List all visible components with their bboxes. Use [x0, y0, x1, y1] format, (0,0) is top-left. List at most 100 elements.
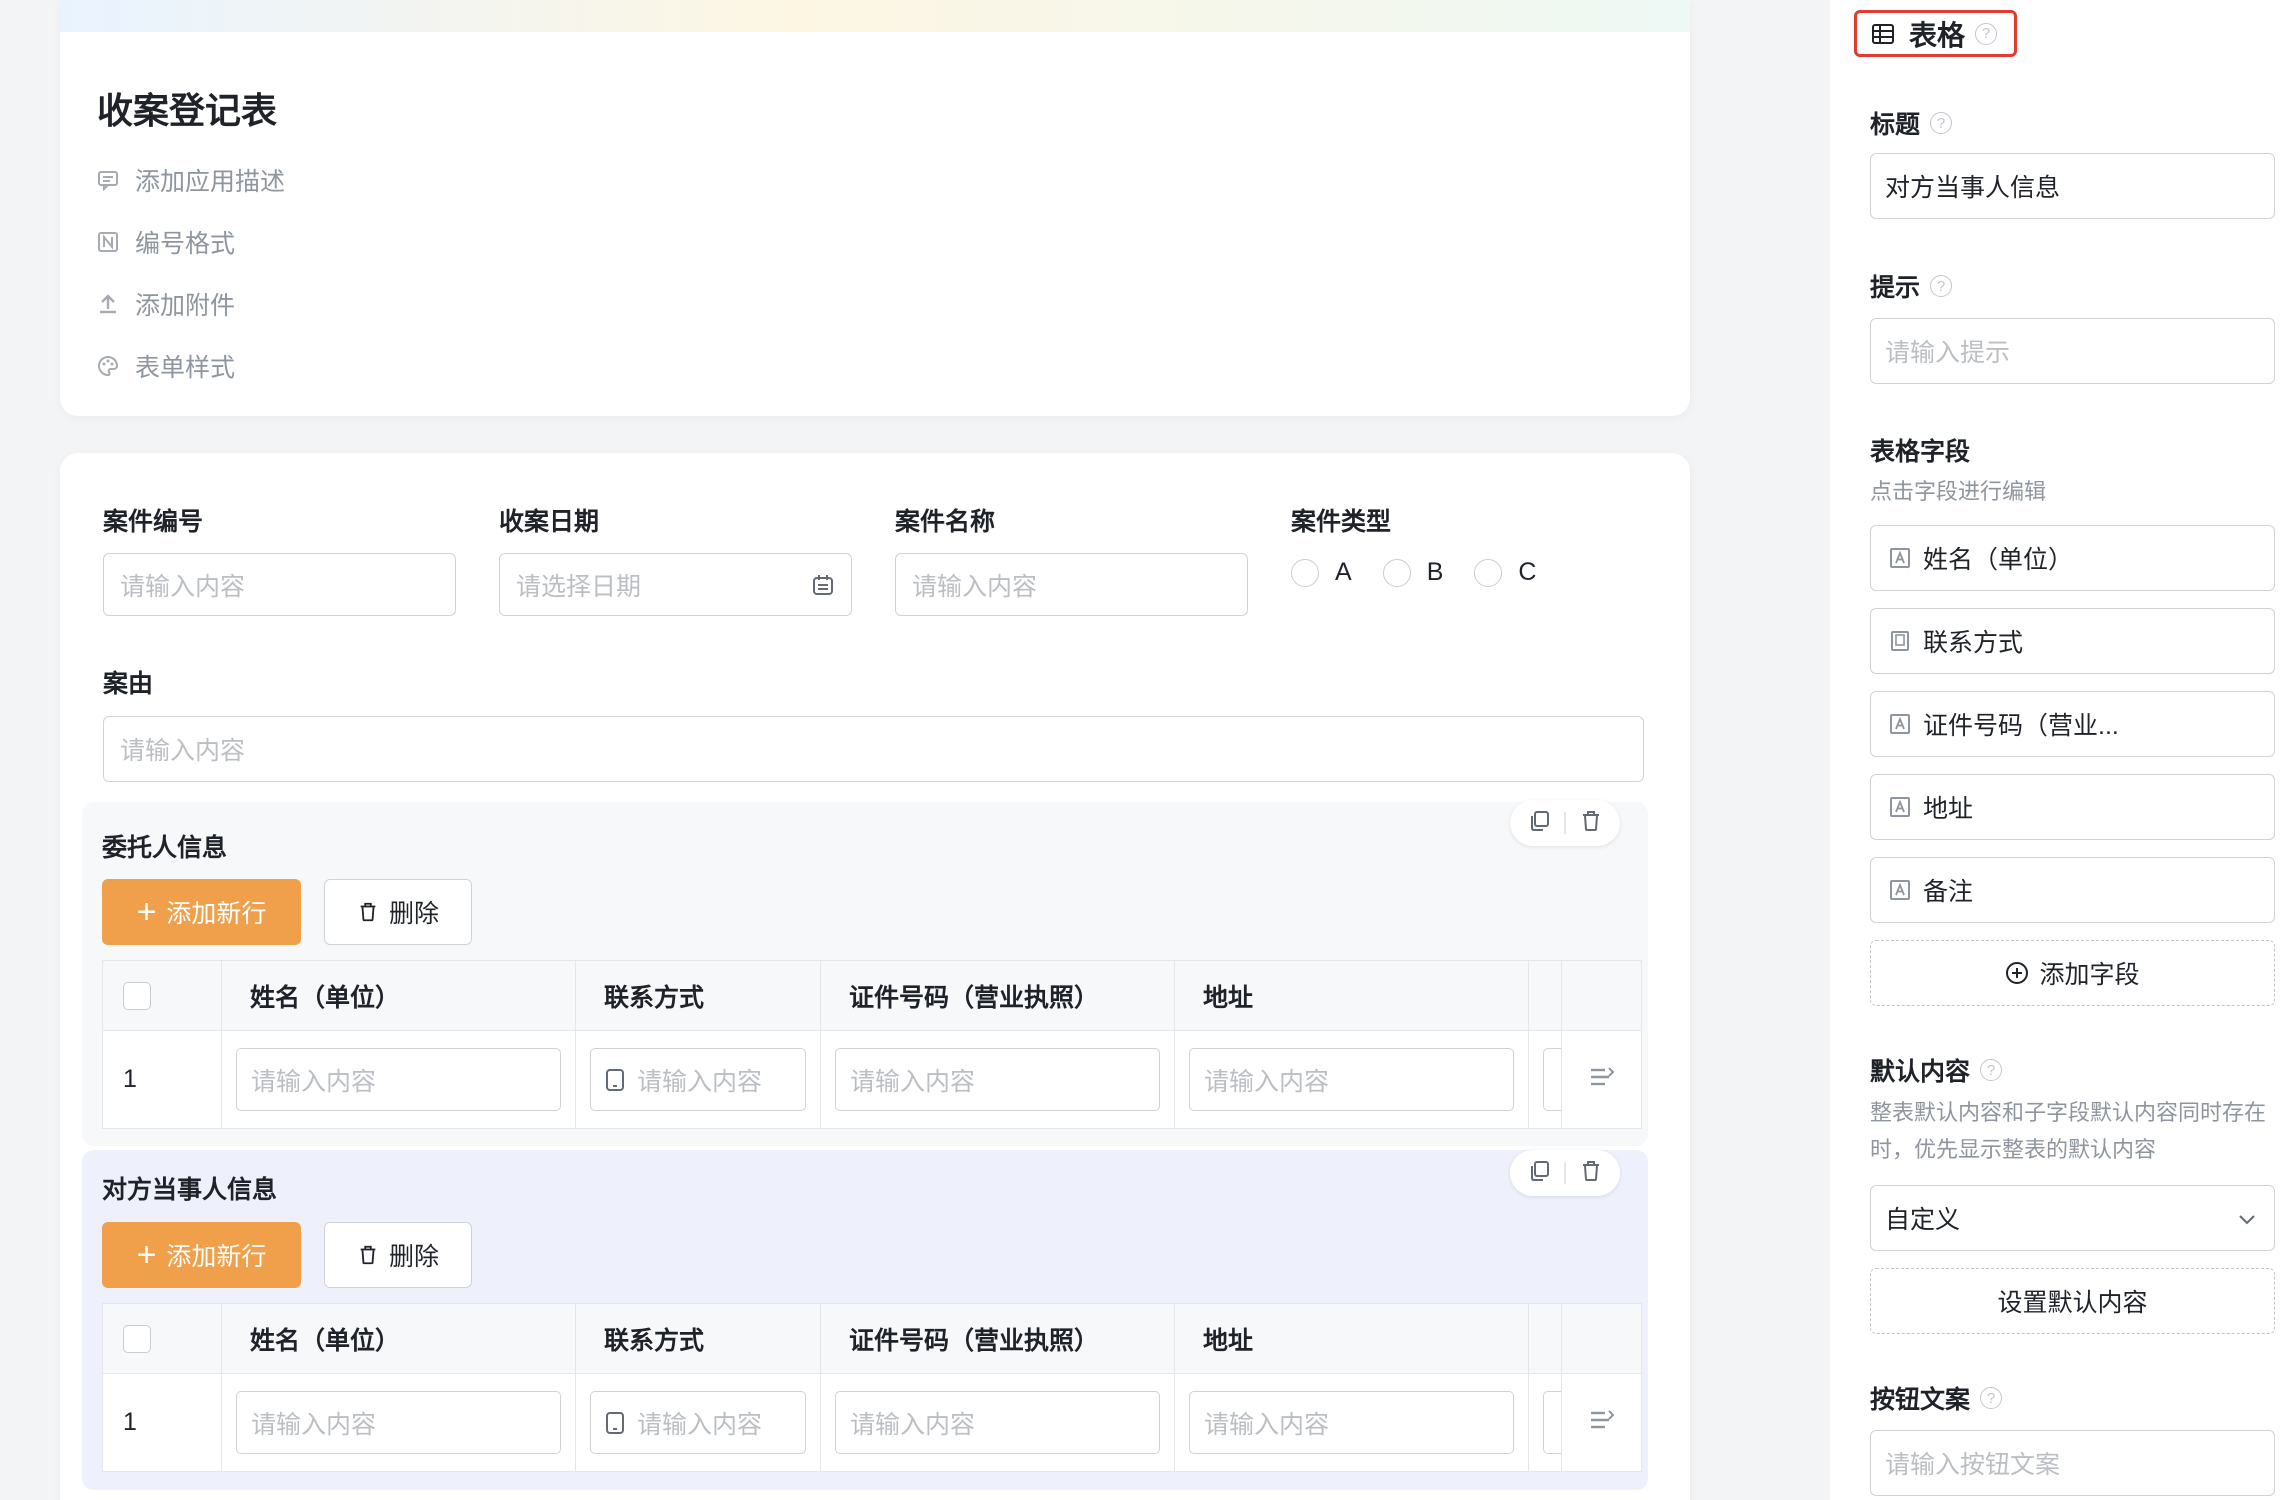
cell-input[interactable]: 请输入内容 [236, 1391, 561, 1454]
set-default-label: 设置默认内容 [1997, 1289, 2148, 1317]
cell-input[interactable]: 请输入内容 [236, 1048, 561, 1111]
button-text-input[interactable]: 请输入按钮文案 [1870, 1430, 2275, 1496]
phone-icon [606, 1068, 624, 1091]
subtable: 姓名（单位） 联系方式 证件号码（营业执照） 地址 1 请输入内容 请输入内容 … [102, 960, 1642, 1129]
row-detail-icon[interactable] [1589, 1066, 1615, 1093]
radio-label: B [1426, 558, 1444, 586]
table-component-tab[interactable]: 表格 ? [1854, 10, 2017, 57]
cell-placeholder: 请输入内容 [251, 1410, 377, 1439]
table-fields-label: 表格字段 [1870, 432, 1970, 468]
copy-icon[interactable] [1527, 1159, 1551, 1188]
table-header-row: 姓名（单位） 联系方式 证件号码（营业执照） 地址 [103, 1304, 1641, 1374]
default-content-label: 默认内容? [1870, 1052, 2003, 1088]
button-text-placeholder: 请输入按钮文案 [1885, 1451, 2061, 1479]
table-cell: 请输入内容 [1175, 1031, 1529, 1128]
text-field-icon [1890, 797, 1910, 817]
table-cell: 请输入内容 [576, 1031, 821, 1128]
case-type-radio-group: A B C [1291, 558, 1567, 587]
row-detail-icon[interactable] [1589, 1409, 1615, 1436]
form-style-link[interactable]: 表单样式 [97, 348, 235, 384]
hint-input[interactable]: 请输入提示 [1870, 318, 2275, 384]
column-header: 联系方式 [576, 1304, 821, 1373]
case-no-placeholder: 请输入内容 [120, 572, 246, 601]
opposing-party-section[interactable]: 对方当事人信息 + 添加新行 删除 姓名（单位） 联系方式 证件号码（营业执照） … [82, 1150, 1648, 1490]
case-name-input[interactable]: 请输入内容 [895, 553, 1248, 616]
trash-icon[interactable] [1579, 1159, 1603, 1188]
row-index-cell: 1 [103, 1374, 222, 1471]
form-title[interactable]: 收案登记表 [97, 82, 277, 134]
default-select-value: 自定义 [1885, 1206, 1961, 1234]
text-field-icon [1890, 714, 1910, 734]
radio-option-a[interactable]: A [1291, 558, 1352, 587]
phone-field-icon [1891, 631, 1909, 651]
cell-input[interactable]: 请输入内容 [1189, 1391, 1514, 1454]
trash-icon[interactable] [1579, 809, 1603, 838]
select-all-cell [103, 1304, 222, 1373]
field-item-name[interactable]: 姓名（单位） [1870, 525, 2275, 591]
radio-option-b[interactable]: B [1382, 558, 1444, 587]
cause-placeholder: 请输入内容 [120, 737, 246, 765]
default-content-desc: 整表默认内容和子字段默认内容同时存在时，优先显示整表的默认内容 [1870, 1100, 2267, 1162]
delete-rows-button[interactable]: 删除 [324, 879, 472, 945]
client-info-section[interactable]: 委托人信息 + 添加新行 删除 姓名（单位） 联系方式 证件号码（营业执照） 地址… [82, 800, 1648, 1146]
table-cell: 请输入内容 [222, 1031, 576, 1128]
select-all-checkbox[interactable] [123, 1324, 151, 1353]
help-icon[interactable]: ? [1975, 22, 1998, 45]
field-item-remark[interactable]: 备注 [1870, 857, 2275, 923]
table-fields-desc: 点击字段进行编辑 [1870, 479, 2047, 504]
default-content-label-text: 默认内容 [1870, 1058, 1971, 1086]
text-field-icon [1890, 548, 1910, 568]
radio-option-c[interactable]: C [1474, 558, 1536, 587]
palette-icon [97, 355, 119, 377]
add-description-link[interactable]: 添加应用描述 [97, 162, 285, 198]
button-text-label: 按钮文案? [1870, 1380, 2003, 1416]
phone-input[interactable]: 请输入内容 [590, 1048, 806, 1111]
hint-placeholder: 请输入提示 [1885, 339, 2011, 367]
field-item-address[interactable]: 地址 [1870, 774, 2275, 840]
add-attachment-link[interactable]: 添加附件 [97, 286, 235, 322]
cause-input[interactable]: 请输入内容 [103, 716, 1644, 782]
delete-label: 删除 [388, 900, 439, 928]
radio-label: A [1335, 558, 1352, 586]
cell-input[interactable]: 请输入内容 [835, 1391, 1160, 1454]
plus-circle-icon [2006, 962, 2029, 984]
field-item-label: 地址 [1923, 795, 1974, 823]
section-tools [1510, 800, 1620, 846]
add-field-button[interactable]: 添加字段 [1870, 940, 2275, 1006]
default-content-select[interactable]: 自定义 [1870, 1185, 2275, 1251]
date-picker[interactable]: 请选择日期 [499, 553, 852, 616]
date-label: 收案日期 [499, 508, 600, 536]
select-all-cell [103, 961, 222, 1030]
set-default-content-button[interactable]: 设置默认内容 [1870, 1268, 2275, 1334]
add-row-button[interactable]: + 添加新行 [102, 879, 301, 945]
subtable: 姓名（单位） 联系方式 证件号码（营业执照） 地址 1 请输入内容 请输入内容 … [102, 1303, 1642, 1472]
date-placeholder: 请选择日期 [516, 572, 642, 601]
cell-input[interactable]: 请输入内容 [835, 1048, 1160, 1111]
column-header: 地址 [1175, 1304, 1529, 1373]
select-all-checkbox[interactable] [123, 981, 151, 1010]
row-actions-cell [1562, 1374, 1641, 1471]
number-format-link[interactable]: 编号格式 [97, 224, 235, 260]
add-row-button[interactable]: + 添加新行 [102, 1222, 301, 1288]
trash-icon [360, 1245, 376, 1265]
delete-rows-button[interactable]: 删除 [324, 1222, 472, 1288]
field-item-id[interactable]: 证件号码（营业... [1870, 691, 2275, 757]
help-icon[interactable]: ? [1980, 1387, 2003, 1409]
field-item-label: 备注 [1923, 878, 1974, 906]
case-type-label: 案件类型 [1291, 508, 1392, 536]
title-input[interactable]: 对方当事人信息 [1870, 153, 2275, 219]
cell-placeholder: 请输入内容 [637, 1410, 763, 1439]
cell-input[interactable]: 请输入内容 [1189, 1048, 1514, 1111]
field-item-contact[interactable]: 联系方式 [1870, 608, 2275, 674]
case-no-input[interactable]: 请输入内容 [103, 553, 456, 616]
table-icon [1872, 23, 1894, 44]
column-header: 姓名（单位） [222, 1304, 576, 1373]
help-icon[interactable]: ? [1980, 1059, 2003, 1081]
help-icon[interactable]: ? [1930, 275, 1953, 297]
phone-input[interactable]: 请输入内容 [590, 1391, 806, 1454]
title-label-text: 标题 [1870, 111, 1921, 139]
column-header: 地址 [1175, 961, 1529, 1030]
field-item-label: 证件号码（营业... [1923, 712, 2119, 740]
copy-icon[interactable] [1527, 809, 1551, 838]
help-icon[interactable]: ? [1930, 112, 1953, 134]
